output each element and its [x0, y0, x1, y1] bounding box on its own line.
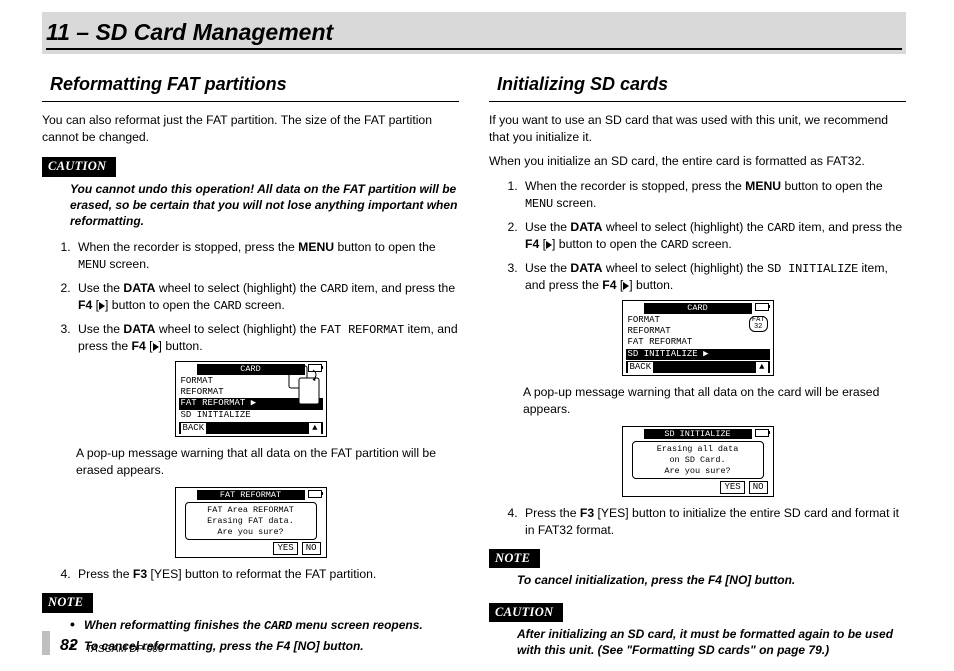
step-1: When the recorder is stopped, press the … [74, 239, 459, 273]
chapter-title: 11 – SD Card Management [46, 19, 902, 50]
step-3: Use the DATA wheel to select (highlight)… [74, 321, 459, 355]
reformat-steps-2: Press the F3 [YES] button to reformat th… [42, 566, 459, 583]
popup-warning-text: A pop-up message warning that all data o… [76, 445, 459, 479]
content-columns: Reformatting FAT partitions You can also… [42, 72, 906, 668]
page-number: 82 [60, 637, 78, 655]
chapter-bar: 11 – SD Card Management [42, 12, 906, 54]
init-steps: When the recorder is stopped, press the … [489, 178, 906, 294]
init-note: To cancel initialization, press the F4 [… [517, 572, 906, 588]
caution-label: CAUTION [489, 603, 563, 622]
reformat-steps: When the recorder is stopped, press the … [42, 239, 459, 355]
product-name: TASCAM DP-006 [86, 644, 164, 655]
section-title-initialize: Initializing SD cards [489, 72, 906, 102]
caution-body: You cannot undo this operation! All data… [70, 181, 459, 230]
lcd-card-screen-init: CARD FAT 32 FORMAT REFORMAT FAT REFORMAT… [489, 300, 906, 376]
step-4: Press the F3 [YES] button to reformat th… [74, 566, 459, 583]
step-4: Press the F3 [YES] button to initialize … [521, 505, 906, 539]
init-intro1: If you want to use an SD card that was u… [489, 112, 906, 146]
left-column: Reformatting FAT partitions You can also… [42, 72, 459, 668]
page-footer: 82 TASCAM DP-006 [42, 631, 163, 655]
note-label: NOTE [489, 549, 540, 568]
section-title-reformat: Reformatting FAT partitions [42, 72, 459, 102]
lcd-sd-init-dialog: SD INITIALIZE Erasing all data on SD Car… [489, 426, 906, 498]
sd-card-icon [287, 364, 323, 408]
caution-label: CAUTION [42, 157, 116, 176]
lcd-fat-reformat-dialog: FAT REFORMAT FAT Area REFORMAT Erasing F… [42, 487, 459, 559]
popup-warning-text: A pop-up message warning that all data o… [523, 384, 906, 418]
fat32-badge: FAT 32 [749, 316, 768, 332]
init-intro2: When you initialize an SD card, the enti… [489, 153, 906, 170]
reformat-intro: You can also reformat just the FAT parti… [42, 112, 459, 146]
step-1: When the recorder is stopped, press the … [521, 178, 906, 212]
step-2: Use the DATA wheel to select (highlight)… [74, 280, 459, 315]
step-2: Use the DATA wheel to select (highlight)… [521, 219, 906, 254]
right-column: Initializing SD cards If you want to use… [489, 72, 906, 668]
battery-icon [755, 303, 769, 311]
init-steps-2: Press the F3 [YES] button to initialize … [489, 505, 906, 539]
lcd-card-screen: CARD FORMAT REFORMAT FAT REFORMAT ▶ SD I… [42, 361, 459, 437]
manual-page: 11 – SD Card Management Reformatting FAT… [0, 0, 954, 671]
battery-icon [755, 429, 769, 437]
battery-icon [308, 490, 322, 498]
note-label: NOTE [42, 593, 93, 612]
step-3: Use the DATA wheel to select (highlight)… [521, 260, 906, 294]
footer-tab [42, 631, 50, 655]
init-caution: After initializing an SD card, it must b… [517, 626, 906, 658]
